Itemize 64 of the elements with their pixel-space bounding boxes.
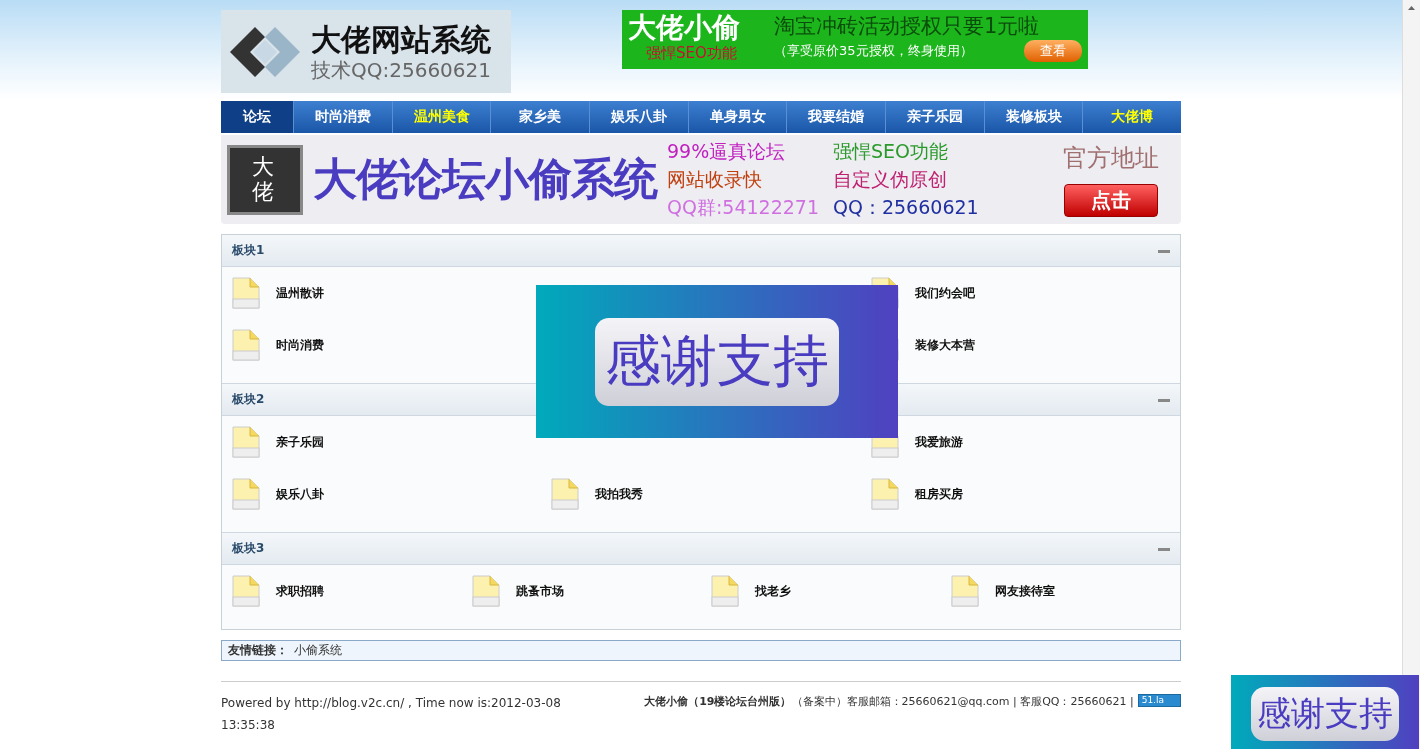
ad-brand: 大佬小偷 (628, 12, 741, 44)
logo-title: 大佬网站系统 (311, 21, 492, 58)
forum-link[interactable]: 娱乐八卦 (276, 486, 324, 503)
forum-link[interactable]: 温州散讲 (276, 285, 324, 302)
forum-link[interactable]: 租房买房 (914, 486, 963, 503)
qq-group-text: QQ群:54122271 (667, 194, 820, 220)
nav-tab[interactable]: 我要结婚 (786, 101, 886, 133)
folder-document-icon (950, 575, 979, 607)
feature-text: 网站收录快 (667, 166, 763, 192)
logo-subtitle: 技术QQ:25660621 (311, 57, 492, 82)
forum-link[interactable]: 我们约会吧 (914, 285, 975, 302)
folder-document-icon (232, 329, 260, 361)
forum-link[interactable]: 我爱旅游 (914, 434, 963, 451)
forum-link[interactable]: 找老乡 (755, 583, 791, 600)
nav-tab[interactable]: 温州美食 (391, 101, 491, 133)
forum-link[interactable]: 求职招聘 (276, 583, 324, 600)
banner-title: 大佬论坛小偷系统 (313, 152, 657, 206)
section-title[interactable]: 板块1 (232, 242, 265, 259)
nav-tab[interactable]: 装修板块 (983, 101, 1083, 133)
nav-tab[interactable]: 单身男女 (687, 101, 787, 133)
forum-link[interactable]: 时尚消费 (276, 337, 324, 354)
folder-document-icon (232, 575, 260, 607)
forum-link[interactable]: 亲子乐园 (276, 434, 324, 451)
official-text: 官方地址 (1063, 143, 1159, 174)
feature-text: 自定义伪原创 (833, 166, 949, 192)
feature-text: 99%逼真论坛 (667, 138, 787, 164)
folder-document-icon (232, 277, 260, 309)
nav-tab[interactable]: 论坛 (221, 101, 293, 133)
folder-document-icon (471, 575, 500, 607)
nav-tab[interactable]: 娱乐八卦 (589, 101, 688, 133)
folder-document-icon (232, 426, 260, 458)
friend-link[interactable]: 小偷系统 (294, 642, 342, 659)
banner-ad[interactable]: 大佬 大佬论坛小偷系统 99%逼真论坛 强悍SEO功能 网站收录快 自定义伪原创 QQ群:54122271 QQ：25660621 官方地址 点击 (221, 135, 1181, 224)
ad-headline: 淘宝冲砖活动授权只要1元啦 (774, 13, 1041, 40)
feature-text: 强悍SEO功能 (833, 138, 950, 164)
forum-link[interactable]: 跳蚤市场 (515, 583, 564, 600)
nav-tab[interactable]: 亲子乐园 (885, 101, 984, 133)
popup-text: 感谢支持 (595, 317, 839, 406)
folder-document-icon (232, 478, 260, 510)
qq-text: QQ：25660621 (833, 194, 979, 220)
powered-by-text: Powered by http://blog.v2c.cn/ , Time now is:2012-03-08 13:35:38 (221, 695, 561, 734)
section-title[interactable]: 板块2 (232, 391, 265, 408)
section-title[interactable]: 板块3 (232, 540, 265, 557)
site-info-text: 大佬小偷（19楼论坛台州版）（备案中）客服邮箱：25660621@qq.com | 客服QQ：25660621 | (644, 694, 1134, 709)
popup-text: 感谢支持 (1251, 687, 1399, 741)
ad-note: （享受原价35元授权，终身使用） (774, 42, 973, 60)
forum-link[interactable]: 网友接待室 (994, 583, 1055, 600)
nav-tab[interactable]: 时尚消费 (293, 101, 392, 133)
folder-document-icon (551, 478, 580, 510)
thanks-popup[interactable]: 感谢支持 (536, 285, 898, 438)
nav-tab[interactable]: 家乡美 (490, 101, 589, 133)
scrollbar[interactable] (1402, 0, 1420, 749)
ad-tagline: 强悍SEO功能 (645, 44, 738, 63)
stats-badge[interactable]: 51.la (1137, 694, 1181, 707)
seal-logo: 大佬 (227, 144, 303, 215)
forum-link[interactable]: 装修大本营 (914, 337, 975, 354)
folder-document-icon (711, 575, 739, 607)
nav-tab[interactable]: 大佬博 (1082, 101, 1182, 133)
thanks-popup[interactable]: 感谢支持 (1231, 675, 1419, 749)
click-button[interactable]: 点击 (1064, 184, 1158, 217)
links-label: 友情链接： (228, 642, 288, 659)
folder-document-icon (870, 478, 899, 510)
forum-link[interactable]: 我拍我秀 (595, 486, 644, 503)
top-ad[interactable]: 大佬小偷 强悍SEO功能 淘宝冲砖活动授权只要1元啦 （享受原价35元授权，终身使用） 查看 (622, 10, 1088, 69)
